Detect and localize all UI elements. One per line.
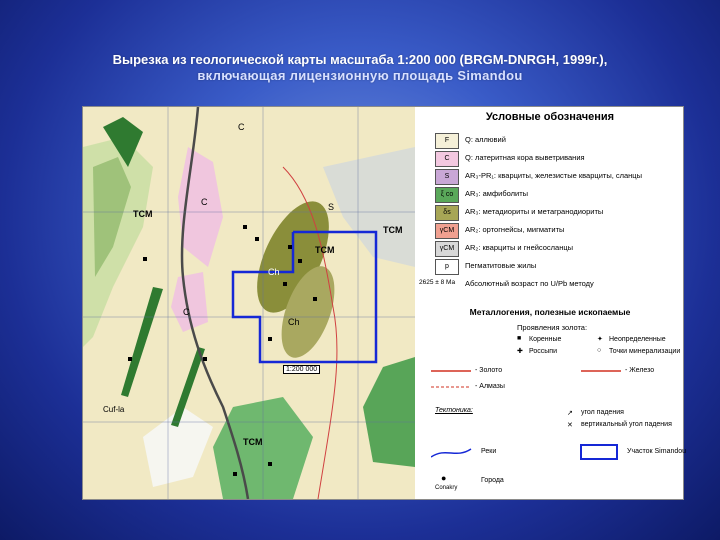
map-label-s: S <box>328 202 335 212</box>
map-label-c-3: C <box>238 122 245 132</box>
legend-unit-0: F Q: аллювий <box>417 133 683 151</box>
slide-title: Вырезка из геологической карты масштаба … <box>20 52 700 84</box>
line-diamond-label: - Алмазы <box>475 383 505 390</box>
legend-unit-7: p Пегматитовые жилы <box>417 259 683 277</box>
map-label-ch-1: Ch <box>268 267 280 277</box>
title-line-2: включающая лицензионную площадь Simandou <box>197 68 523 83</box>
legend-unit-6: γCM AR₂: кварциты и гнейсосланцы <box>417 241 683 259</box>
tectonics-label: Тектоника: <box>435 407 473 414</box>
line-iron-label: - Железо <box>625 367 655 374</box>
metallogeny-title: Металлогения, полезные ископаемые <box>469 307 631 317</box>
legend-unit-1: C Q: латеритная кора выветривания <box>417 151 683 169</box>
legend-text-2: AR₃-PR₁: кварциты, железистые кварциты, … <box>465 171 642 180</box>
dip-icon: ↗ <box>567 410 573 417</box>
map-label-tcm-1: TCM <box>133 209 153 219</box>
legend-text-8: Абсолютный возраст по U/Pb методу <box>465 279 594 288</box>
legend-swatch-6: γCM <box>435 241 459 257</box>
legend-unit-5: γCM AR₂: ортогнейсы, мигматиты <box>417 223 683 241</box>
gold-item-3: Точки минерализации <box>609 348 681 355</box>
legend-swatch-4: δs <box>435 205 459 221</box>
legend-text-6: AR₂: кварциты и гнейсосланцы <box>465 243 574 252</box>
title-line-1: Вырезка из геологической карты масштаба … <box>112 52 608 67</box>
gold-item-2: Неопределенные <box>609 336 666 343</box>
square-marker-icon: ■ <box>517 335 522 342</box>
legend-unit-3: ξ co AR₃: амфиболиты <box>417 187 683 205</box>
city-icon: ● <box>441 473 447 483</box>
legend-text-7: Пегматитовые жилы <box>465 261 537 270</box>
map-label-cuf: Cuf-la <box>103 405 125 414</box>
geological-map[interactable]: TCM TCM TCM TCM C C C S Ch Ch Cuf-la 1:2… <box>83 107 415 499</box>
content-panel: TCM TCM TCM TCM C C C S Ch Ch Cuf-la 1:2… <box>82 106 687 500</box>
legend-unit-2: S AR₃-PR₁: кварциты, железистые кварциты… <box>417 169 683 187</box>
legend-text-3: AR₃: амфиболиты <box>465 189 529 198</box>
vertical-dip-label: вертикальный угол падения <box>581 421 672 428</box>
legend-panel: Условные обозначения F Q: аллювий C Q: л… <box>417 107 687 499</box>
legend-swatch-1: C <box>435 151 459 167</box>
map-label-c-2: C <box>183 307 190 317</box>
gold-item-0: Коренные <box>529 336 562 343</box>
map-scale-box: 1:200 000 <box>283 365 321 374</box>
legend-text-4: AR₃: метадиориты и метагранодиориты <box>465 207 604 216</box>
map-label-tcm-3: TCM <box>243 437 263 447</box>
circle-marker-icon: ○ <box>597 347 602 354</box>
legend-swatch-5: γCM <box>435 223 459 239</box>
map-label-tcm-4: TCM <box>383 225 403 235</box>
legend-age-value: 2625 ± 8 Ma <box>419 279 456 286</box>
legend-swatch-2: S <box>435 169 459 185</box>
line-gold-label: - Золото <box>475 367 503 374</box>
legend-text-5: AR₂: ортогнейсы, мигматиты <box>465 225 565 234</box>
vertical-dip-icon: ✕ <box>567 422 573 429</box>
legend-text-1: Q: латеритная кора выветривания <box>465 153 585 162</box>
cities-label: Города <box>481 477 504 484</box>
gold-title: Проявления золота: <box>517 323 588 332</box>
area-box-icon <box>580 444 618 460</box>
legend-title: Условные обозначения <box>485 111 615 123</box>
dip-label: угол падения <box>581 409 624 416</box>
city-name: Conakry <box>435 485 458 491</box>
gold-item-1: Россыпи <box>529 348 557 355</box>
area-label: Участок Simandou <box>627 448 687 455</box>
legend-unit-8: 2625 ± 8 Ma Абсолютный возраст по U/Pb м… <box>417 277 683 295</box>
legend-swatch-0: F <box>435 133 459 149</box>
river-icon <box>431 448 472 458</box>
map-label-ch-2: Ch <box>288 317 300 327</box>
map-label-tcm-2: TCM <box>315 245 335 255</box>
legend-swatch-3: ξ co <box>435 187 459 203</box>
star-marker-icon: ✦ <box>597 336 603 343</box>
legend-text-0: Q: аллювий <box>465 135 506 144</box>
cross-marker-icon: ✚ <box>517 348 523 355</box>
map-label-c-1: C <box>201 197 208 207</box>
legend-swatch-7: p <box>435 259 459 275</box>
rivers-label: Реки <box>481 448 497 455</box>
legend-unit-4: δs AR₃: метадиориты и метагранодиориты <box>417 205 683 223</box>
